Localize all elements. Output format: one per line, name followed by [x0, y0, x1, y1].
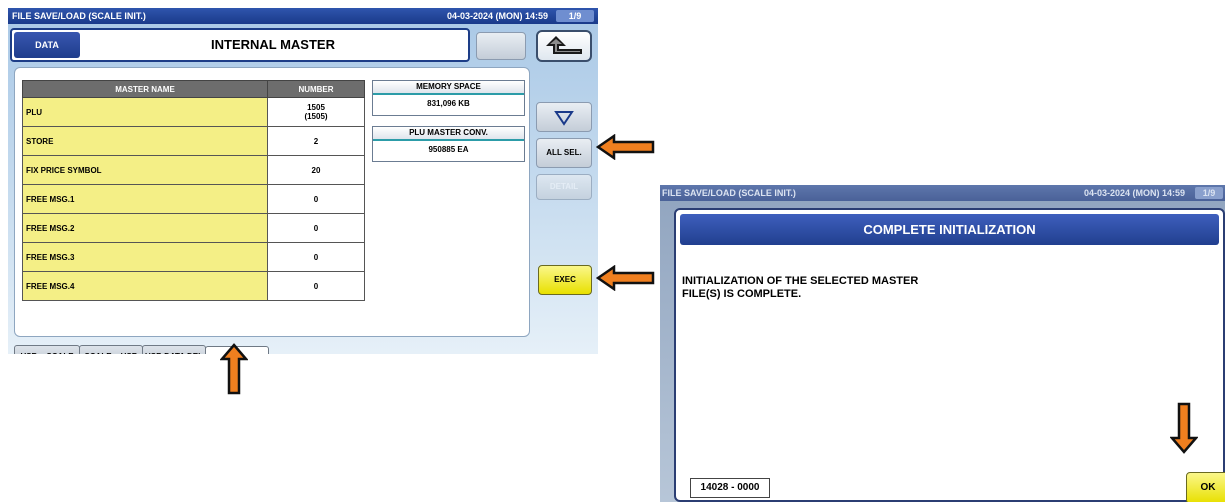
memory-space-value: 831,096 KB [427, 99, 470, 108]
pointer-arrow-icon [596, 134, 655, 160]
table-row[interactable]: FREE MSG.3 0 [22, 242, 365, 272]
table-row[interactable]: FREE MSG.4 0 [22, 271, 365, 301]
all-select-button[interactable]: ALL SEL. [536, 138, 592, 168]
detail-button[interactable]: DETAIL [536, 174, 592, 200]
plu-master-conv-value: 950885 EA [428, 145, 469, 154]
plu-master-conv-label: PLU MASTER CONV. [373, 127, 524, 141]
ok-button[interactable]: OK [1186, 472, 1225, 502]
pointer-arrow-icon [1170, 402, 1198, 454]
tab-usb-to-scale[interactable]: USB > SCALE [14, 345, 80, 354]
master-name-cell: FREE MSG.2 [22, 213, 268, 243]
message-code: 14028 - 0000 [690, 478, 770, 498]
master-table: MASTER NAME NUMBER PLU 1505 (1505) STORE… [22, 80, 365, 301]
memory-space-box: MEMORY SPACE 831,096 KB [372, 80, 525, 116]
number-cell: 0 [267, 271, 365, 301]
tab-usb-data-del[interactable]: USB DATA DEL [142, 345, 206, 354]
number-cell: 0 [267, 213, 365, 243]
number-cell: 0 [267, 184, 365, 214]
dialog-message-line: FILE(S) IS COMPLETE. [682, 288, 802, 300]
exec-button[interactable]: EXEC [538, 265, 592, 295]
datetime: 04-03-2024 (MON) 14:59 [446, 11, 548, 21]
number-cell: 0 [267, 242, 365, 272]
back-button[interactable] [536, 30, 592, 62]
table-row[interactable]: PLU 1505 (1505) [22, 97, 365, 127]
datetime: 04-03-2024 (MON) 14:59 [1083, 188, 1185, 198]
dialog-message: INITIALIZATION OF THE SELECTED MASTER FI… [682, 275, 918, 301]
return-arrow-icon [546, 36, 582, 54]
blank-button[interactable] [476, 32, 526, 60]
page-indicator: 1/9 [1195, 187, 1223, 199]
data-value: INTERNAL MASTER [211, 37, 335, 52]
window-title: FILE SAVE/LOAD (SCALE INIT.) [662, 188, 796, 198]
column-header-number: NUMBER [267, 80, 365, 98]
tab-scale-to-usb[interactable]: SCALE > USB [79, 345, 143, 354]
page-indicator: 1/9 [556, 10, 594, 22]
data-label: DATA [14, 32, 80, 58]
dialog-title: COMPLETE INITIALIZATION [680, 214, 1219, 245]
table-row[interactable]: FREE MSG.1 0 [22, 184, 365, 214]
plu-master-conv-box: PLU MASTER CONV. 950885 EA [372, 126, 525, 162]
triangle-down-icon [554, 111, 574, 126]
master-panel: MASTER NAME NUMBER PLU 1505 (1505) STORE… [14, 67, 530, 337]
master-name-cell: FREE MSG.1 [22, 184, 268, 214]
number-sub-value: (1505) [304, 112, 328, 121]
number-cell: 20 [267, 155, 365, 185]
number-value: 1505 [307, 103, 325, 112]
master-name-cell: FREE MSG.3 [22, 242, 268, 272]
number-cell: 2 [267, 126, 365, 156]
completion-screen: FILE SAVE/LOAD (SCALE INIT.) 04-03-2024 … [660, 185, 1225, 502]
column-header-master-name: MASTER NAME [22, 80, 268, 98]
table-row[interactable]: FIX PRICE SYMBOL 20 [22, 155, 365, 185]
dialog-message-line: INITIALIZATION OF THE SELECTED MASTER [682, 275, 919, 287]
pointer-arrow-icon [220, 343, 248, 395]
table-row[interactable]: FREE MSG.2 0 [22, 213, 365, 243]
scroll-down-button[interactable] [536, 102, 592, 132]
window-title: FILE SAVE/LOAD (SCALE INIT.) [12, 11, 146, 21]
title-bar: FILE SAVE/LOAD (SCALE INIT.) 04-03-2024 … [8, 8, 598, 24]
master-name-cell: FREE MSG.4 [22, 271, 268, 301]
data-selector[interactable]: DATA INTERNAL MASTER [10, 28, 470, 62]
scale-screen-init: FILE SAVE/LOAD (SCALE INIT.) 04-03-2024 … [8, 8, 598, 354]
master-name-cell: FIX PRICE SYMBOL [22, 155, 268, 185]
memory-space-label: MEMORY SPACE [373, 81, 524, 95]
pointer-arrow-icon [596, 265, 655, 291]
title-bar: FILE SAVE/LOAD (SCALE INIT.) 04-03-2024 … [660, 185, 1225, 201]
number-cell: 1505 (1505) [267, 97, 365, 127]
complete-initialization-dialog: COMPLETE INITIALIZATION INITIALIZATION O… [674, 208, 1225, 502]
master-name-cell: PLU [22, 97, 268, 127]
table-row[interactable]: STORE 2 [22, 126, 365, 156]
master-name-cell: STORE [22, 126, 268, 156]
